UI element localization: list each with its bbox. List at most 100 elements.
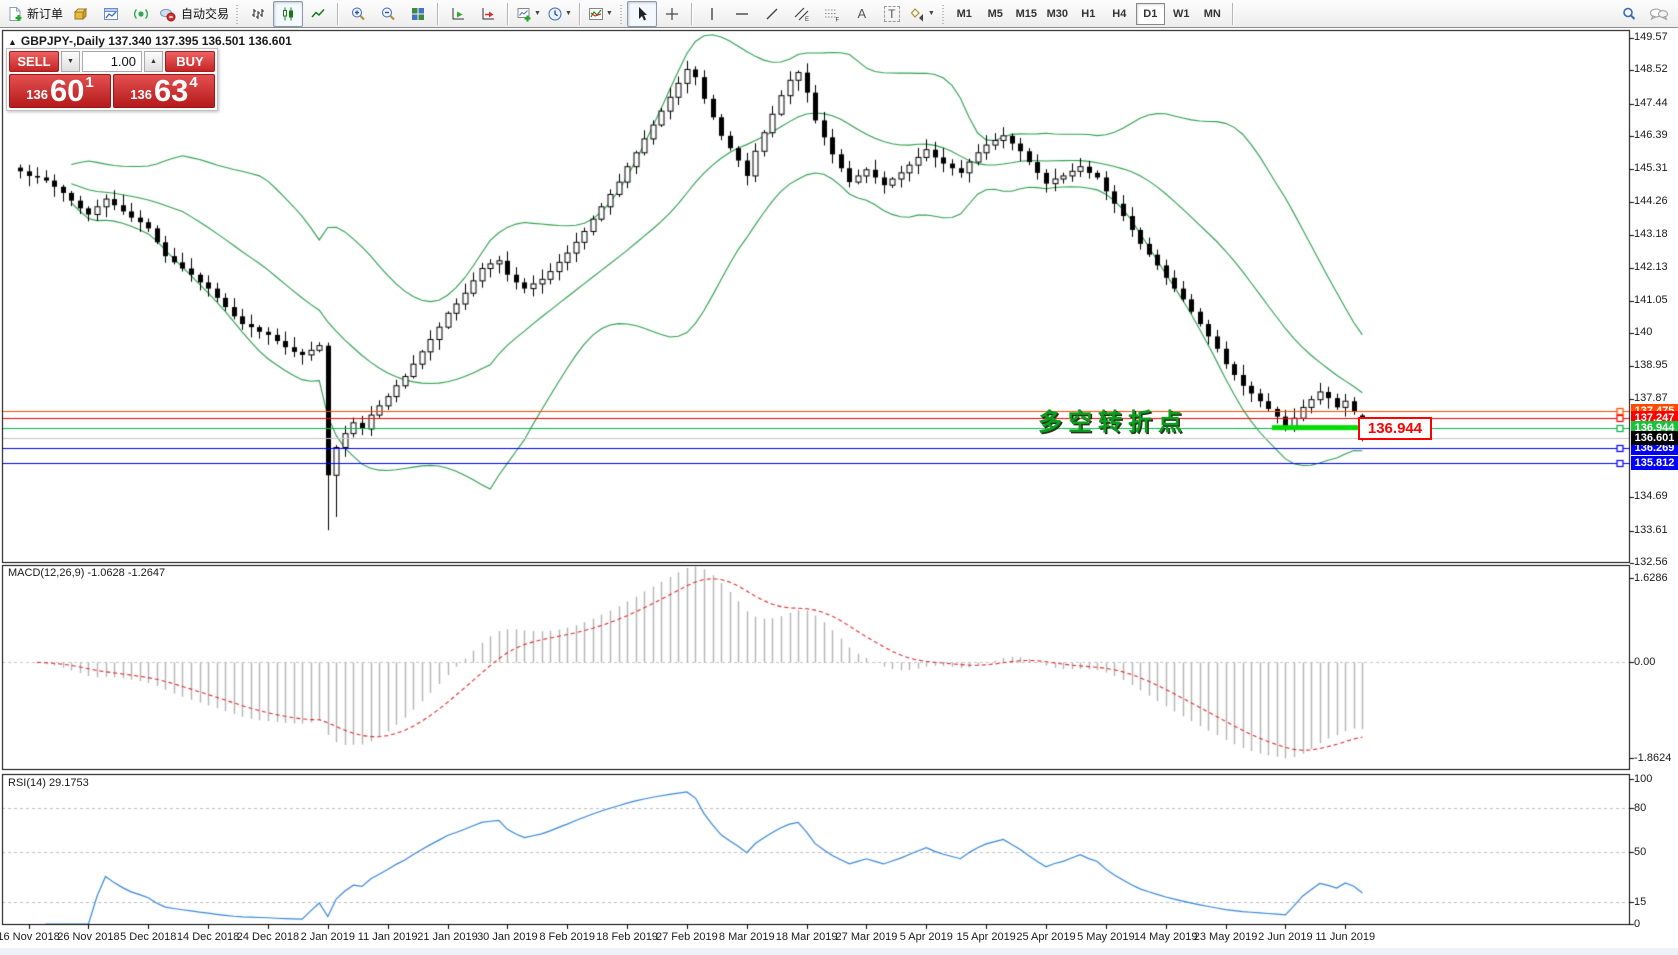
indicators-button[interactable]: ▼ [585, 1, 616, 27]
horizontal-line-tool-button[interactable] [727, 1, 757, 27]
new-order-button[interactable]: 新订单 [4, 1, 66, 27]
chart-window-icon [103, 6, 119, 22]
price-tick-label: 148.52 [1634, 63, 1668, 75]
date-label: 14 May 2019 [1134, 931, 1198, 943]
collapse-panel-icon[interactable]: ▲ [8, 37, 17, 47]
date-label: 25 Apr 2019 [1016, 931, 1075, 943]
text-label-tool-button[interactable]: T [877, 1, 907, 27]
date-label: 8 Feb 2019 [539, 931, 595, 943]
bar-chart-icon [250, 6, 266, 22]
rsi-axis-label: 50 [1634, 846, 1646, 858]
volume-increase-button[interactable]: ▲ [144, 51, 163, 72]
shapes-tool-button[interactable]: ▼ [907, 1, 938, 27]
date-label: 11 Jan 2019 [358, 931, 418, 943]
line-chart-mode-button[interactable] [303, 1, 333, 27]
vertical-line-icon [704, 6, 720, 22]
macd-axis-label: -1.8624 [1634, 752, 1671, 764]
auto-trading-button[interactable]: 自动交易 [156, 1, 232, 27]
buy-button[interactable]: BUY [165, 51, 215, 72]
timeframe-button-M1[interactable]: M1 [950, 3, 979, 25]
price-tick-label: 132.56 [1634, 556, 1668, 568]
bar-chart-mode-button[interactable] [243, 1, 273, 27]
sell-button[interactable]: SELL [9, 51, 59, 72]
toolbar-separator [437, 3, 439, 25]
one-click-trading-panel: SELL ▼ ▲ BUY 136 60 1 136 63 4 [6, 48, 218, 111]
date-label: 15 Apr 2019 [956, 931, 1015, 943]
date-label: 11 Jun 2019 [1315, 931, 1375, 943]
new-order-icon [7, 6, 23, 22]
sell-price-button[interactable]: 136 60 1 [9, 74, 111, 108]
channel-letter: E [805, 17, 809, 22]
community-chat-button[interactable] [1644, 1, 1674, 27]
auto-scroll-button[interactable] [443, 1, 473, 27]
timeframe-button-M15[interactable]: M15 [1012, 3, 1041, 25]
candlestick-icon [280, 6, 296, 22]
chart-window-button[interactable] [96, 1, 126, 27]
date-label: 21 Jan 2019 [417, 931, 478, 943]
date-label: 5 Dec 2018 [120, 931, 176, 943]
cursor-tool-button[interactable] [627, 1, 657, 27]
date-label: 18 Feb 2019 [596, 931, 658, 943]
date-label: 23 May 2019 [1194, 931, 1258, 943]
fibo-letter: F [835, 17, 839, 22]
date-label: 2 Jan 2019 [301, 931, 355, 943]
turning-point-annotation: 多空转折点 [1038, 402, 1188, 437]
cursor-icon [634, 6, 650, 22]
dropdown-arrow-icon: ▼ [928, 10, 935, 17]
volume-decrease-button[interactable]: ▼ [61, 51, 80, 72]
price-tick-label: 146.39 [1634, 129, 1668, 141]
new-chart-button[interactable]: ▼ [513, 1, 544, 27]
buy-price-button[interactable]: 136 63 4 [113, 74, 215, 108]
auto-trading-label: 自动交易 [181, 5, 229, 22]
price-tick-label: 143.18 [1634, 228, 1668, 240]
quotes-window-button[interactable] [66, 1, 96, 27]
zoom-out-button[interactable] [373, 1, 403, 27]
fibonacci-tool-button[interactable]: F [817, 1, 847, 27]
chart-shift-button[interactable] [473, 1, 503, 27]
timeframe-button-M5[interactable]: M5 [981, 3, 1010, 25]
toolbar-separator [507, 3, 509, 25]
volume-input[interactable] [82, 51, 142, 72]
price-tick-label: 133.61 [1634, 524, 1668, 536]
chart-canvas[interactable] [0, 0, 1678, 955]
tile-windows-button[interactable] [403, 1, 433, 27]
sell-price-base: 136 [26, 87, 48, 102]
timeframe-button-H4[interactable]: H4 [1105, 3, 1134, 25]
new-order-label: 新订单 [27, 5, 63, 22]
strategy-tester-button[interactable] [126, 1, 156, 27]
timeframe-button-M30[interactable]: M30 [1043, 3, 1072, 25]
dropdown-arrow-icon: ▼ [534, 10, 541, 17]
support-price-label[interactable]: 136.944 [1358, 417, 1432, 440]
periods-button[interactable]: ▼ [544, 1, 575, 27]
trading-platform-window: { "toolbar": { "new_order_label": "新订单",… [0, 0, 1678, 955]
buy-price-base: 136 [130, 87, 152, 102]
trendline-tool-button[interactable] [757, 1, 787, 27]
date-label: 5 May 2019 [1077, 931, 1134, 943]
crosshair-tool-button[interactable] [657, 1, 687, 27]
text-label-icon: T [884, 6, 899, 22]
toolbar-separator [337, 3, 339, 25]
rsi-indicator-label: RSI(14) 29.1753 [8, 777, 89, 789]
timeframe-button-W1[interactable]: W1 [1167, 3, 1196, 25]
price-tick-label: 142.13 [1634, 261, 1668, 273]
equidistant-channel-tool-button[interactable]: E [787, 1, 817, 27]
rsi-axis-label: 100 [1634, 773, 1652, 785]
timeframe-button-H1[interactable]: H1 [1074, 3, 1103, 25]
toolbar-separator [1232, 3, 1234, 25]
main-toolbar: 新订单 自动交易 ▼ ▼ ▼ E F A T ▼ M1M5M15M30H1H4D… [0, 0, 1678, 28]
vertical-line-tool-button[interactable] [697, 1, 727, 27]
candlestick-mode-button[interactable] [273, 1, 303, 27]
timeframe-button-MN[interactable]: MN [1198, 3, 1227, 25]
macd-axis-label: 1.6286 [1634, 572, 1668, 584]
zoom-in-button[interactable] [343, 1, 373, 27]
date-label: 2 Jun 2019 [1258, 931, 1312, 943]
timeframe-button-D1[interactable]: D1 [1136, 3, 1165, 25]
price-tick-label: 138.95 [1634, 359, 1668, 371]
search-button[interactable] [1614, 1, 1644, 27]
signal-icon [133, 6, 149, 22]
price-tick-label: 144.26 [1634, 195, 1668, 207]
text-tool-button[interactable]: A [847, 1, 877, 27]
timeframe-toolbar: M1M5M15M30H1H4D1W1MN [949, 3, 1228, 25]
current-price-badge: 136.601 [1631, 431, 1678, 445]
rsi-axis-label: 0 [1634, 918, 1640, 930]
